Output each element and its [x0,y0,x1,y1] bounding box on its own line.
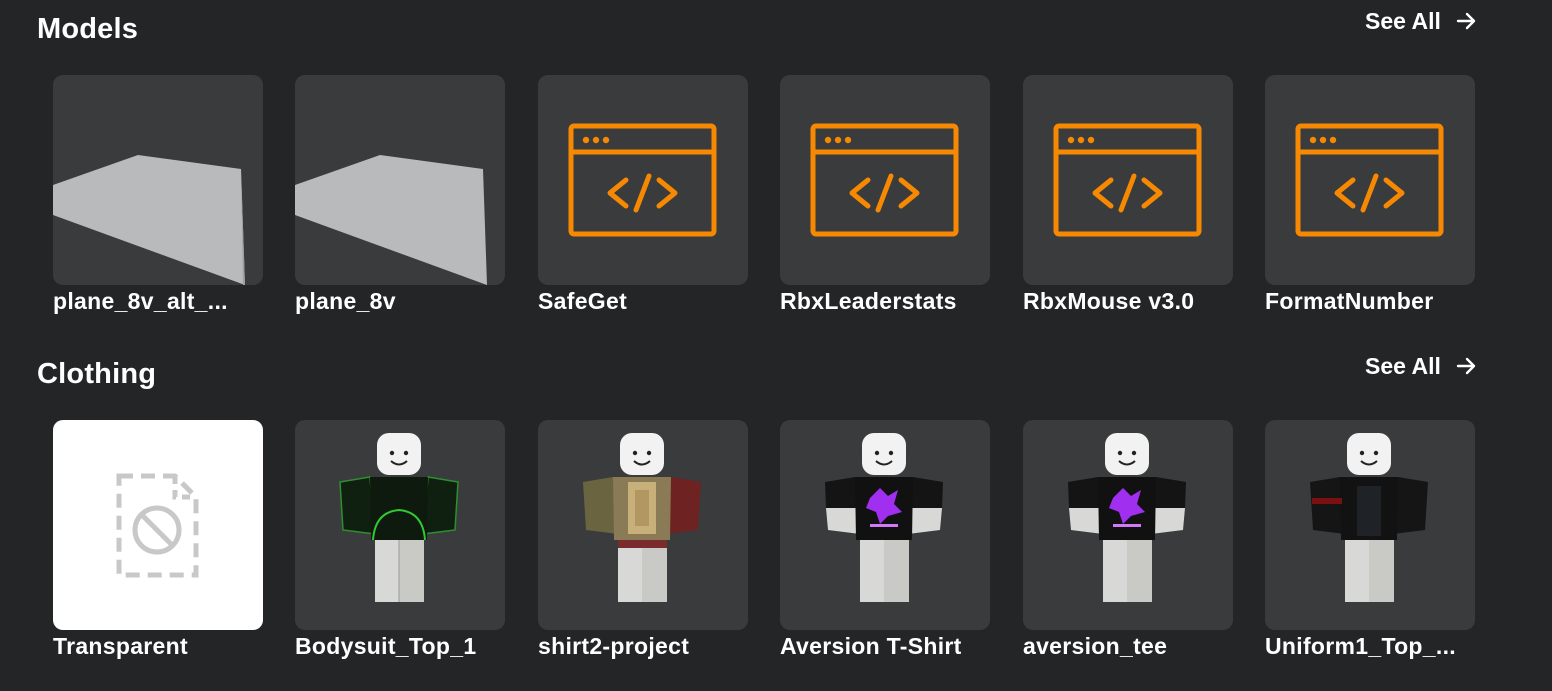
avatar-shirt-image [339,433,459,602]
model-thumbnail [295,75,505,285]
model-thumbnail [780,75,990,285]
clothing-see-all-label: See All [1365,352,1441,379]
clothing-section-title: Clothing [37,358,157,390]
code-window-icon [810,123,959,237]
model-thumbnail [1265,75,1475,285]
model-card[interactable]: RbxLeaderstats [780,75,990,314]
clothing-name: Transparent [53,633,188,659]
clothing-see-all-link[interactable]: See All [1365,352,1477,380]
clothing-thumbnail [1265,420,1475,630]
model-card[interactable]: plane_8v_alt_... [53,75,263,314]
code-window-icon [568,123,717,237]
clothing-card[interactable]: Transparent [53,420,263,659]
avatar-shirt-image [583,433,701,602]
clothing-name: shirt2-project [538,633,690,659]
models-section-title: Models [37,13,139,45]
avatar-shirt-image [1068,433,1186,602]
clothing-name: Bodysuit_Top_1 [295,633,477,659]
plane-mesh-image [295,155,487,285]
model-name: RbxMouse v3.0 [1023,288,1195,314]
missing-file-icon [116,473,199,578]
clothing-card[interactable]: Aversion T-Shirt [780,420,990,659]
arrow-right-icon [1455,10,1477,32]
model-card[interactable]: SafeGet [538,75,748,314]
avatar-shirt-image [1310,433,1428,602]
model-thumbnail [1023,75,1233,285]
avatar-shirt-image [825,433,943,602]
model-thumbnail [53,75,263,285]
catalog-page: Models See All plane_8v_alt_... plane_8v… [0,0,1552,691]
clothing-card-row: Transparent Bodysuit_Top_1 shirt2-projec… [53,420,1483,680]
model-name: plane_8v [295,288,396,314]
models-see-all-label: See All [1365,7,1441,34]
clothing-name: aversion_tee [1023,633,1168,659]
clothing-card[interactable]: aversion_tee [1023,420,1233,659]
model-card[interactable]: FormatNumber [1265,75,1475,314]
clothing-thumbnail [295,420,505,630]
model-name: RbxLeaderstats [780,288,957,314]
clothing-thumbnail [538,420,748,630]
model-card[interactable]: plane_8v [295,75,505,314]
clothing-name: Uniform1_Top_... [1265,633,1456,659]
clothing-name: Aversion T-Shirt [780,633,962,659]
model-name: plane_8v_alt_... [53,288,228,314]
code-window-icon [1295,123,1444,237]
plane-mesh-image [53,155,245,285]
arrow-right-icon [1455,355,1477,377]
model-thumbnail [538,75,748,285]
model-name: SafeGet [538,288,628,314]
clothing-thumbnail [780,420,990,630]
clothing-thumbnail [53,420,263,630]
clothing-card[interactable]: Bodysuit_Top_1 [295,420,505,659]
model-name: FormatNumber [1265,288,1434,314]
clothing-card[interactable]: Uniform1_Top_... [1265,420,1475,659]
clothing-thumbnail [1023,420,1233,630]
code-window-icon [1053,123,1202,237]
models-card-row: plane_8v_alt_... plane_8v SafeGet RbxLea… [53,75,1483,335]
models-see-all-link[interactable]: See All [1365,7,1477,35]
model-card[interactable]: RbxMouse v3.0 [1023,75,1233,314]
clothing-card[interactable]: shirt2-project [538,420,748,659]
